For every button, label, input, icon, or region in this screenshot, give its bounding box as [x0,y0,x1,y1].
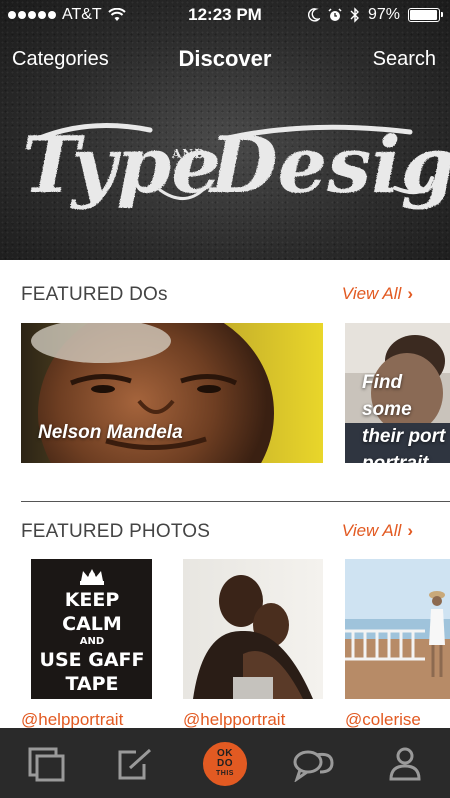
battery-percent: 97% [367,6,400,23]
stack-icon [28,747,65,782]
section-divider [21,501,450,502]
featured-do-card[interactable]: Find some their port portrait. D [345,323,450,463]
card-caption-line: their port [362,426,446,447]
chat-icon [293,750,334,782]
chevron-right-icon: › [407,521,413,540]
featured-dos-title: FEATURED DOs [21,284,168,305]
tab-create[interactable] [112,742,156,786]
moon-icon [307,8,320,22]
edit-icon [118,748,152,780]
featured-photo-portrait[interactable] [183,559,323,699]
profile-icon [389,747,421,781]
photo-handle[interactable]: @helpportrait [21,710,123,730]
search-button[interactable]: Search [373,48,436,71]
photo-handle[interactable]: @colerise [345,710,421,730]
status-icons: 97% [307,6,443,24]
featured-do-card[interactable]: Nelson Mandela [21,323,323,463]
nav-bar: Categories Discover Search [0,40,450,80]
hero-banner[interactable]: AT&T 12:23 PM 97% Categories Discover Se… [0,0,450,260]
card-caption: Find some their port portrait. D [362,369,450,463]
card-caption: Nelson Mandela [38,422,183,443]
tab-profile[interactable] [383,742,427,786]
okdo-line: THIS [216,770,234,777]
featured-photos-header: FEATURED PHOTOS View All › [21,517,431,547]
status-bar: AT&T 12:23 PM 97% [0,0,450,30]
view-all-label: View All [341,284,402,303]
hero-word-connector: AND [171,147,206,161]
battery-icon [408,8,443,22]
featured-photos-view-all-link[interactable]: View All › [342,521,413,541]
poster-line: USE GAFF [40,649,145,671]
tab-feed[interactable] [24,742,68,786]
ok-do-this-icon: OK DO THIS [203,742,247,786]
card-caption-line: portrait. D [362,450,450,463]
featured-photo-keep-calm[interactable]: KEEP CALM AND USE GAFF TAPE [31,559,152,699]
poster-line: CALM [62,613,122,635]
featured-dos-view-all-link[interactable]: View All › [342,284,413,304]
okdo-line: DO [217,758,233,769]
tab-messages[interactable] [292,742,336,786]
tab-bar: OK DO THIS [0,728,450,798]
poster-line: TAPE [65,673,118,695]
tab-ok-do-this[interactable]: OK DO THIS [203,742,247,786]
poster-line: KEEP [65,589,120,611]
featured-photo-beach[interactable] [345,559,450,699]
featured-dos-header: FEATURED DOs View All › [21,280,431,310]
view-all-label: View All [341,521,402,540]
type-and-design-artwork: Type AND Design [22,120,450,211]
featured-photos-title: FEATURED PHOTOS [21,521,211,542]
bluetooth-icon [350,7,359,23]
photo-handle[interactable]: @helpportrait [183,710,285,730]
poster-line: AND [80,636,104,647]
chevron-right-icon: › [407,284,413,303]
card-caption-line: Find some [362,372,412,420]
alarm-icon [328,8,342,21]
